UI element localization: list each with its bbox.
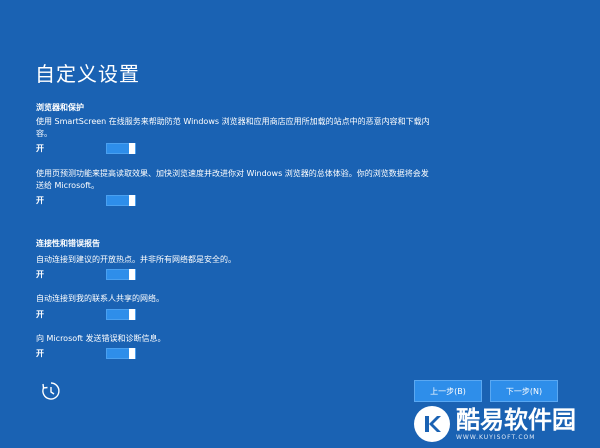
toggle-state-label: 开 — [36, 348, 44, 358]
toggle-knob — [129, 268, 135, 280]
toggle-state-label: 开 — [36, 269, 44, 279]
ease-of-access-icon-graphic — [42, 382, 60, 400]
contacts-networks-description: 自动连接到我的联系人共享的网络。 — [36, 294, 164, 303]
next-button[interactable]: 下一步(N) — [490, 380, 558, 402]
page-prediction-toggle-row: 开 — [36, 194, 136, 206]
smartscreen-toggle[interactable] — [106, 142, 136, 154]
toggle-state-label: 开 — [36, 309, 44, 319]
watermark-logo-icon — [414, 406, 450, 442]
section-heading-connectivity: 连接性和错误报告 — [36, 239, 100, 248]
contacts-networks-toggle[interactable] — [106, 308, 136, 320]
hotspots-toggle-row: 开 — [36, 268, 136, 280]
ease-of-access-icon[interactable] — [40, 380, 62, 402]
page-title: 自定义设置 — [35, 62, 140, 86]
watermark-brand: 酷易软件园 — [456, 406, 576, 434]
toggle-knob — [129, 194, 135, 206]
smartscreen-toggle-row: 开 — [36, 142, 136, 154]
hotspots-description: 自动连接到建议的开放热点。并非所有网络都是安全的。 — [36, 255, 236, 264]
smartscreen-description: 使用 SmartScreen 在线服务来帮助防范 Windows 浏览器和应用商… — [36, 117, 430, 138]
toggle-knob — [129, 347, 135, 359]
watermark-url: WWW.KUYISOFT.COM — [456, 434, 536, 441]
error-reporting-toggle[interactable] — [106, 347, 136, 359]
k-logo-graphic — [425, 416, 441, 432]
watermark-text: 酷易软件园 WWW.KUYISOFT.COM — [456, 406, 576, 442]
hotspots-toggle[interactable] — [106, 268, 136, 280]
watermark: 酷易软件园 WWW.KUYISOFT.COM — [414, 402, 596, 446]
error-reporting-toggle-row: 开 — [36, 347, 136, 359]
contacts-networks-toggle-row: 开 — [36, 308, 136, 320]
toggle-knob — [129, 142, 135, 154]
toggle-knob — [129, 308, 135, 320]
back-button[interactable]: 上一步(B) — [414, 380, 482, 402]
page-prediction-toggle[interactable] — [106, 194, 136, 206]
toggle-state-label: 开 — [36, 195, 44, 205]
section-heading-browser-protection: 浏览器和保护 — [36, 103, 84, 112]
toggle-state-label: 开 — [36, 143, 44, 153]
error-reporting-description: 向 Microsoft 发送错误和诊断信息。 — [36, 334, 166, 343]
page-prediction-description: 使用页预测功能来提高读取效果、加快浏览速度并改进你对 Windows 浏览器的总… — [36, 169, 429, 190]
